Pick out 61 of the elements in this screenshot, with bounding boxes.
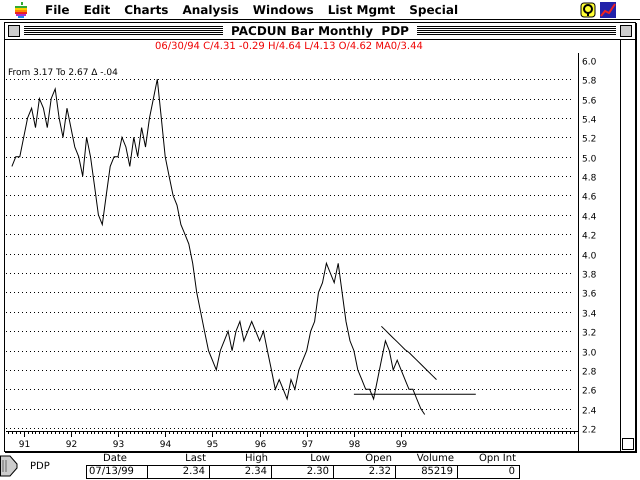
- axis-label: 2.4: [582, 406, 596, 416]
- axis-label: 5.0: [582, 154, 596, 164]
- range-readout: From 3.17 To 2.67 Δ -.04: [8, 68, 118, 78]
- column-header: Date: [102, 453, 128, 465]
- axis-label: 2.2: [582, 426, 596, 436]
- quote-line: 06/30/94 C/4.31 -0.29 H/4.64 L/4.13 O/4.62 MA0/3.44: [154, 40, 424, 53]
- menu-item[interactable]: Special: [402, 2, 466, 16]
- menu-item[interactable]: Windows: [246, 2, 321, 16]
- folder-tab-icon[interactable]: [0, 454, 18, 478]
- axis-label: 4.6: [582, 192, 596, 202]
- axis-label: 95: [206, 440, 218, 450]
- table-cell: 0: [458, 465, 520, 479]
- axis-label: 2.8: [582, 368, 596, 378]
- table-cell: 2.30: [272, 465, 334, 479]
- axis-label: 5.4: [582, 116, 596, 126]
- column-header: Last: [184, 453, 207, 465]
- axis-label: 94: [160, 440, 172, 450]
- column-header: Opn Int: [478, 453, 517, 465]
- close-box[interactable]: [8, 25, 20, 37]
- axis-label: 3.6: [582, 290, 596, 300]
- axis-label: 99: [396, 440, 408, 450]
- axis-label: 3.8: [582, 270, 596, 280]
- axis-label: 92: [66, 440, 78, 450]
- axis-label: 97: [302, 440, 314, 450]
- column-header: High: [244, 453, 269, 465]
- axis-label: 3.4: [582, 310, 596, 320]
- menu-item[interactable]: Analysis: [175, 2, 246, 16]
- axis-label: 96: [254, 440, 266, 450]
- column-header: Low: [309, 453, 331, 465]
- axis-label: 4.8: [582, 174, 596, 184]
- axis-label: 3.2: [582, 328, 596, 338]
- menu-item[interactable]: File: [38, 2, 77, 16]
- table-cell: 2.34: [148, 465, 210, 479]
- axis-label: 6.0: [582, 58, 596, 68]
- menu-item[interactable]: Charts: [117, 2, 176, 16]
- axis-label: 91: [18, 440, 30, 450]
- table-cell: 07/13/99: [86, 465, 148, 479]
- table-cell: 2.34: [210, 465, 272, 479]
- table-cell: 85219: [396, 465, 458, 479]
- column-header: Open: [364, 453, 393, 465]
- menu-item[interactable]: List Mgmt: [320, 2, 402, 16]
- axis-label: 93: [112, 440, 124, 450]
- axis-label: 3.0: [582, 348, 596, 358]
- table-cell: 2.32: [334, 465, 396, 479]
- axis-label: 4.4: [582, 212, 596, 222]
- zoom-box[interactable]: [620, 25, 632, 37]
- axis-label: 5.6: [582, 96, 596, 106]
- grow-box[interactable]: [622, 438, 634, 450]
- axis-label: 2.6: [582, 386, 596, 396]
- apple-logo-icon[interactable]: [14, 2, 28, 18]
- column-header: Volume: [416, 453, 455, 465]
- window-title: PACDUN Bar Monthly PDP: [230, 24, 410, 38]
- menu-item[interactable]: Edit: [76, 2, 118, 16]
- symbol-label: PDP: [30, 460, 51, 472]
- axis-label: 4.2: [582, 232, 596, 242]
- axis-label: 5.2: [582, 134, 596, 144]
- axis-label: 98: [348, 440, 360, 450]
- axis-label: 4.0: [582, 252, 596, 262]
- chart-app-icon[interactable]: [600, 2, 616, 18]
- axis-label: 5.8: [582, 76, 596, 86]
- help-icon[interactable]: [580, 2, 596, 18]
